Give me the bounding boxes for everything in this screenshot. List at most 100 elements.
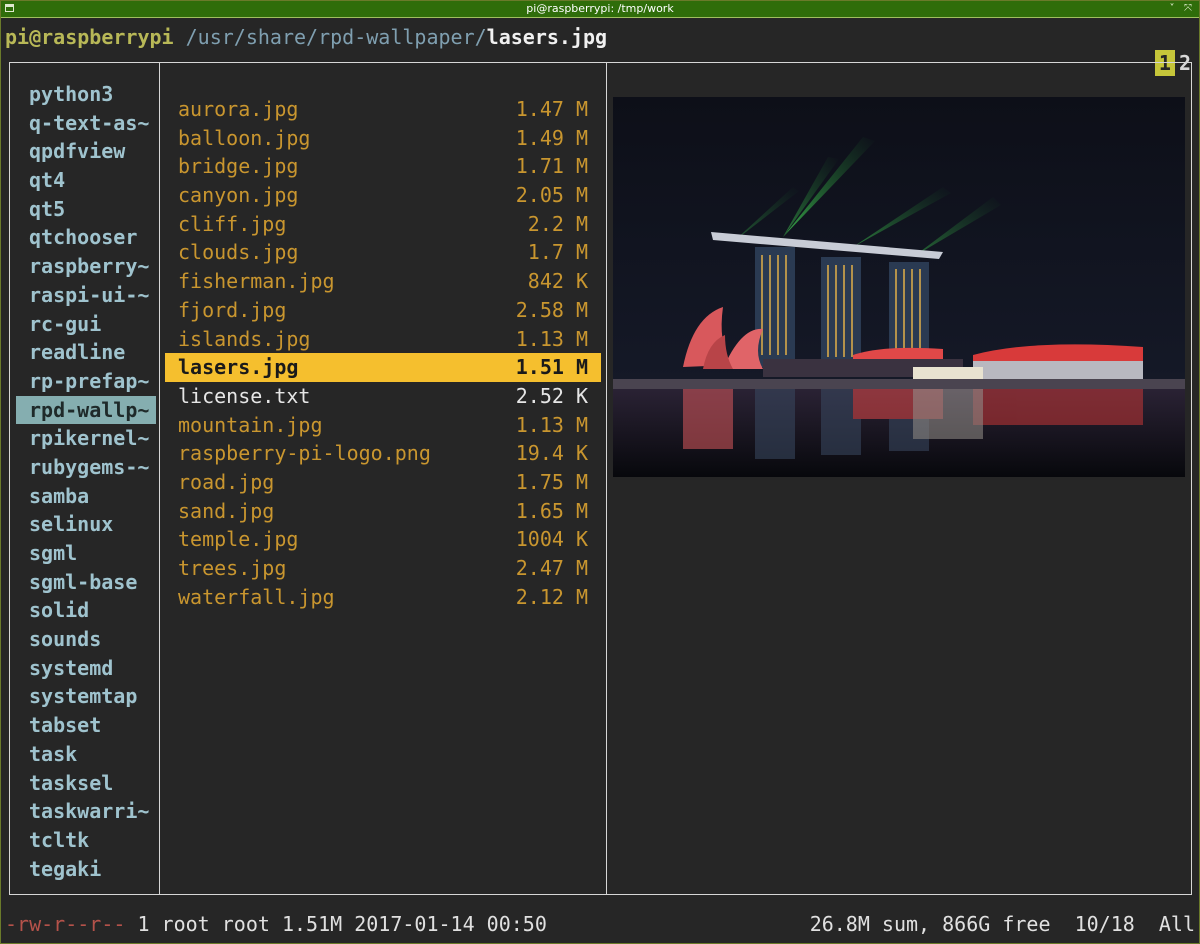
- file-name: road.jpg: [178, 469, 275, 494]
- parent-dir-item[interactable]: qt5: [16, 195, 156, 224]
- image-preview: [613, 97, 1185, 477]
- parent-dir-item[interactable]: python3: [16, 80, 156, 109]
- parent-dir-item[interactable]: raspberry~: [16, 252, 156, 281]
- parent-dir-item[interactable]: rpd-wallp~: [16, 395, 156, 425]
- parent-dir-item[interactable]: raspi-ui-~: [16, 281, 156, 310]
- parent-dir-item[interactable]: samba: [16, 482, 156, 511]
- file-row[interactable]: trees.jpg 2.47 M: [165, 554, 601, 583]
- file-info: 1 root root 1.51M 2017-01-14 00:50: [125, 912, 547, 936]
- parent-dir-item[interactable]: task: [16, 740, 156, 769]
- parent-dir-item[interactable]: sgml-base: [16, 568, 156, 597]
- window-menu-icon[interactable]: [5, 4, 14, 12]
- file-size: 1.49 M: [515, 125, 588, 150]
- parent-dir-item[interactable]: tabset: [16, 711, 156, 740]
- file-name: clouds.jpg: [178, 240, 299, 265]
- maximize-icon[interactable]: ⤧: [1183, 1, 1193, 17]
- file-size: 1004 K: [515, 527, 588, 552]
- file-name: fisherman.jpg: [178, 269, 335, 294]
- parent-dir-item[interactable]: sgml: [16, 539, 156, 568]
- file-size: 1.13 M: [515, 412, 588, 437]
- parent-dir-item[interactable]: systemtap: [16, 682, 156, 711]
- pane-divider: [606, 62, 607, 895]
- file-row[interactable]: waterfall.jpg 2.12 M: [165, 583, 601, 612]
- file-size: 1.71 M: [515, 154, 588, 179]
- file-size: 842 K: [527, 269, 588, 294]
- path-bar: pi@raspberrypi /usr/share/rpd-wallpaper/…: [5, 22, 607, 52]
- window-title: pi@raspberrypi: /tmp/work: [526, 2, 674, 15]
- parent-dir-item[interactable]: tasksel: [16, 769, 156, 798]
- file-row[interactable]: raspberry-pi-logo.png 19.4 K: [165, 439, 601, 468]
- file-name: temple.jpg: [178, 527, 299, 552]
- parent-dir-item[interactable]: tcltk: [16, 826, 156, 855]
- file-size: 1.75 M: [515, 469, 588, 494]
- file-name: bridge.jpg: [178, 154, 299, 179]
- file-size: 2.47 M: [515, 556, 588, 580]
- parent-dir-item[interactable]: sounds: [16, 625, 156, 654]
- file-row[interactable]: aurora.jpg 1.47 M: [165, 95, 601, 124]
- user-host: pi@raspberrypi: [5, 25, 174, 49]
- minimize-icon[interactable]: ˅: [1167, 1, 1177, 17]
- file-row[interactable]: bridge.jpg 1.71 M: [165, 152, 601, 181]
- file-row[interactable]: license.txt 2.52 K: [165, 382, 601, 411]
- window-titlebar[interactable]: pi@raspberrypi: /tmp/work ˅ ⤧: [1, 1, 1199, 18]
- file-row[interactable]: fjord.jpg 2.58 M: [165, 296, 601, 325]
- file-size: 2.58 M: [515, 297, 588, 322]
- file-name: lasers.jpg: [178, 355, 299, 380]
- file-row[interactable]: fisherman.jpg 842 K: [165, 267, 601, 296]
- file-name: aurora.jpg: [178, 97, 299, 121]
- parent-dir-item[interactable]: solid: [16, 596, 156, 625]
- file-size: 2.2 M: [527, 211, 588, 236]
- file-row[interactable]: temple.jpg 1004 K: [165, 525, 601, 554]
- preview-image: [613, 97, 1185, 477]
- file-name: mountain.jpg: [178, 412, 323, 437]
- parent-dir-item[interactable]: selinux: [16, 510, 156, 539]
- file-row[interactable]: islands.jpg 1.13 M: [165, 325, 601, 354]
- file-size: 1.65 M: [515, 498, 588, 523]
- parent-dir-item[interactable]: readline: [16, 338, 156, 367]
- status-bar-right: 26.8M sum, 866G free 10/18 All: [809, 912, 1195, 936]
- tab-bar: 12: [1083, 24, 1195, 76]
- file-name: raspberry-pi-logo.png: [178, 441, 431, 466]
- file-size: 2.05 M: [515, 183, 588, 208]
- parent-dir-item[interactable]: systemd: [16, 654, 156, 683]
- file-size: 1.13 M: [515, 326, 588, 351]
- file-name: sand.jpg: [178, 498, 275, 523]
- parent-dir-item[interactable]: tegaki: [16, 855, 156, 884]
- file-permissions: -rw-r--r--: [5, 912, 126, 936]
- file-name: canyon.jpg: [178, 183, 299, 208]
- parent-dir-item[interactable]: taskwarri~: [16, 797, 156, 826]
- file-name: islands.jpg: [178, 326, 311, 351]
- parent-directory-list: python3 q-text-as~ qpdfview qt4 qt5 qtchooser…: [16, 80, 156, 883]
- file-row[interactable]: mountain.jpg 1.13 M: [165, 411, 601, 440]
- parent-dir-item[interactable]: qt4: [16, 166, 156, 195]
- parent-dir-item[interactable]: qtchooser: [16, 223, 156, 252]
- file-row[interactable]: cliff.jpg 2.2 M: [165, 210, 601, 239]
- file-row[interactable]: clouds.jpg 1.7 M: [165, 238, 601, 267]
- parent-dir-item[interactable]: rp-prefap~: [16, 367, 156, 396]
- terminal-area: pi@raspberrypi /usr/share/rpd-wallpaper/…: [1, 18, 1199, 943]
- parent-dir-item[interactable]: rubygems-~: [16, 453, 156, 482]
- current-directory: /usr/share/rpd-wallpaper/: [185, 25, 487, 49]
- file-name: waterfall.jpg: [178, 584, 335, 609]
- file-size: 2.12 M: [515, 584, 588, 609]
- pane-divider: [159, 62, 160, 895]
- file-size: 19.4 K: [515, 441, 588, 466]
- parent-dir-item[interactable]: rc-gui: [16, 310, 156, 339]
- terminal-window: pi@raspberrypi: /tmp/work ˅ ⤧ pi@raspber…: [0, 0, 1200, 944]
- file-name: balloon.jpg: [178, 125, 311, 150]
- file-size: 2.52 K: [515, 383, 588, 408]
- current-file: lasers.jpg: [486, 25, 608, 49]
- file-name: trees.jpg: [178, 556, 287, 580]
- parent-dir-item[interactable]: rpikernel~: [16, 424, 156, 453]
- parent-dir-item[interactable]: q-text-as~: [16, 109, 156, 138]
- file-row[interactable]: lasers.jpg 1.51 M: [165, 353, 601, 382]
- file-row[interactable]: balloon.jpg 1.49 M: [165, 124, 601, 153]
- file-list: aurora.jpg 1.47 Mballoon.jpg 1.49 Mbridge.…: [165, 95, 601, 611]
- parent-dir-item[interactable]: qpdfview: [16, 137, 156, 166]
- status-bar-left: -rw-r--r-- 1 root root 1.51M 2017-01-14 …: [5, 908, 547, 940]
- file-row[interactable]: road.jpg 1.75 M: [165, 468, 601, 497]
- file-row[interactable]: canyon.jpg 2.05 M: [165, 181, 601, 210]
- file-name: license.txt: [178, 383, 311, 408]
- file-size: 1.51 M: [515, 355, 588, 380]
- file-row[interactable]: sand.jpg 1.65 M: [165, 497, 601, 526]
